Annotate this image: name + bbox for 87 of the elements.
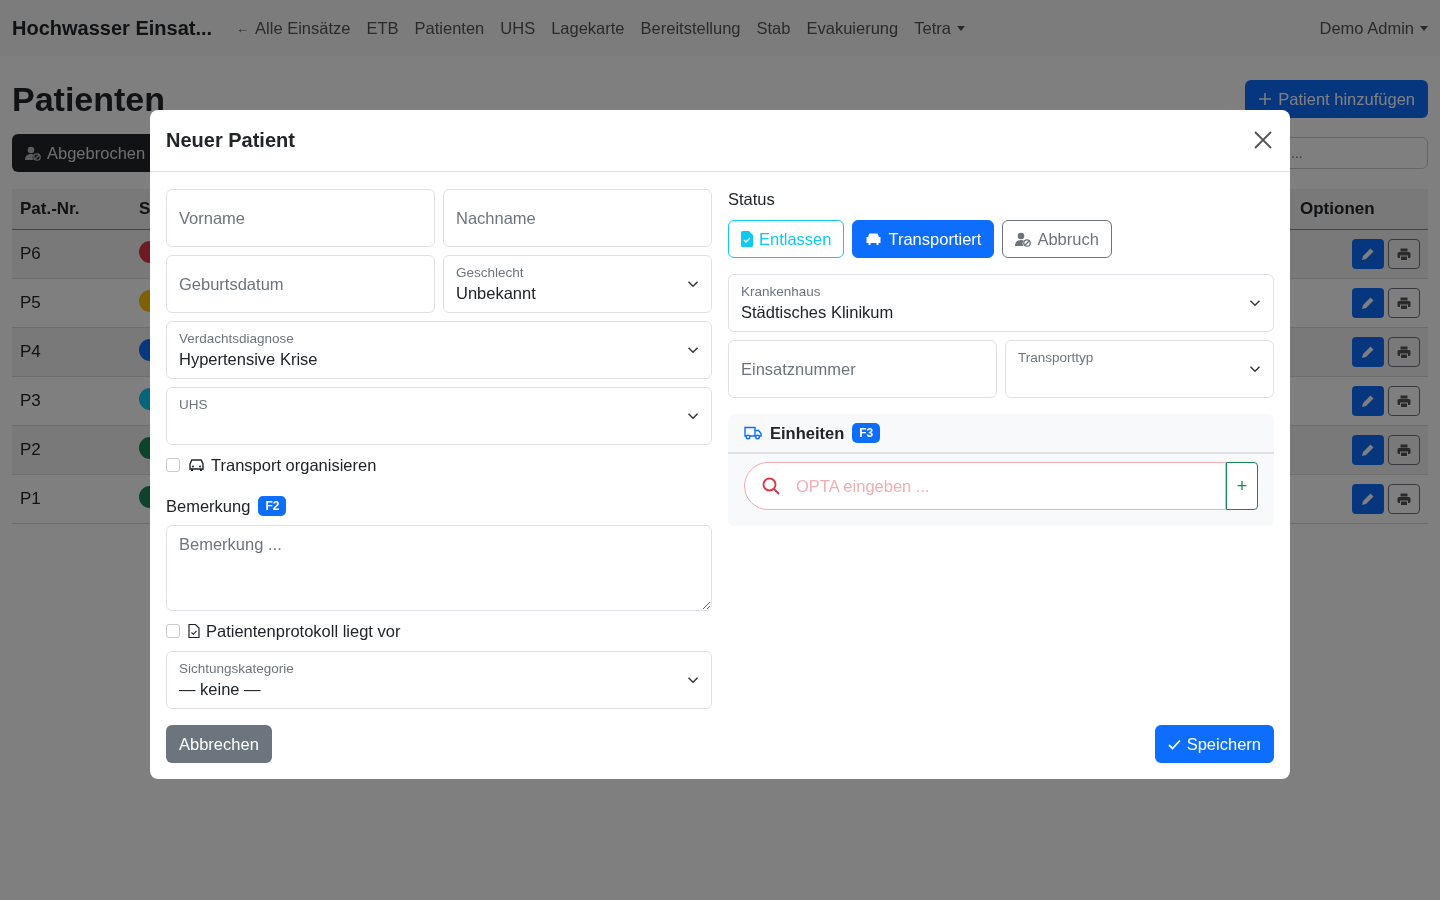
- status-toggle-button[interactable]: Entlassen: [728, 220, 845, 258]
- edit-button[interactable]: [1352, 435, 1384, 465]
- table-cell-text: P1: [19, 489, 42, 509]
- nav-link[interactable]: UHS: [500, 18, 536, 38]
- unit-search-field[interactable]: OPTA eingeben ...: [744, 462, 1226, 510]
- printer-icon: [1397, 296, 1411, 310]
- table-cell-text: P6: [19, 244, 42, 264]
- table-cell-text: P2: [19, 440, 42, 460]
- nav-link[interactable]: Evakuierung: [806, 18, 899, 38]
- nav-dropdown[interactable]: Tetra: [914, 18, 965, 38]
- status-toggle-button[interactable]: Abbruch: [1002, 220, 1112, 258]
- caret-icon: [956, 25, 965, 31]
- checkbox-label: Patientenprotokoll liegt vor: [206, 621, 401, 641]
- pencil-icon: [1361, 492, 1375, 506]
- card-title: Einheiten: [770, 423, 845, 443]
- user-blocked-icon: [1015, 231, 1032, 247]
- pencil-icon: [1361, 296, 1375, 310]
- text-area[interactable]: Bemerkung ...: [166, 525, 712, 611]
- print-button[interactable]: [1388, 386, 1420, 416]
- printer-icon: [1397, 492, 1411, 506]
- edit-button[interactable]: [1352, 239, 1384, 269]
- print-button[interactable]: [1388, 288, 1420, 318]
- select-field[interactable]: Krankenhaus Städtisches Klinikum: [728, 274, 1274, 332]
- table-cell-text: P3: [19, 391, 42, 411]
- plus-icon: [1258, 92, 1273, 106]
- print-button[interactable]: [1388, 239, 1420, 269]
- nav-link[interactable]: Stab: [756, 18, 791, 38]
- pencil-icon: [1361, 345, 1375, 359]
- close-icon[interactable]: [1254, 130, 1272, 149]
- edit-button[interactable]: [1352, 288, 1384, 318]
- check-icon: [1167, 737, 1181, 751]
- print-button[interactable]: [1388, 435, 1420, 465]
- car-icon: [188, 458, 205, 472]
- edit-button[interactable]: [1352, 386, 1384, 416]
- user-menu[interactable]: Demo Admin: [1319, 18, 1428, 38]
- checkbox[interactable]: [166, 624, 180, 638]
- status-toggle-button[interactable]: Transportiert: [852, 220, 995, 258]
- checkbox[interactable]: [166, 458, 180, 472]
- printer-icon: [1397, 345, 1411, 359]
- select-field[interactable]: Geschlecht Unbekannt: [443, 255, 712, 313]
- file-check-icon: [741, 231, 753, 247]
- print-button[interactable]: [1388, 484, 1420, 514]
- save-button[interactable]: Speichern: [1154, 725, 1274, 763]
- print-button[interactable]: [1388, 337, 1420, 367]
- select-field[interactable]: Transporttyp: [1005, 340, 1274, 398]
- column-header: S: [139, 199, 151, 218]
- column-header: Pat.-Nr.: [20, 199, 80, 218]
- section-label: Bemerkung: [166, 496, 251, 516]
- truck-icon: [744, 426, 762, 440]
- section-label: Status: [728, 190, 776, 210]
- checkbox-label: Transport organisieren: [211, 455, 377, 475]
- user-blocked-icon: [25, 145, 41, 161]
- input-field[interactable]: Vorname: [166, 189, 435, 247]
- cancel-button[interactable]: Abbrechen: [166, 725, 272, 763]
- shortcut-badge: F3: [852, 423, 881, 443]
- input-field[interactable]: Nachname: [443, 189, 712, 247]
- add-patient-button[interactable]: Patient hinzufügen: [1245, 80, 1428, 118]
- file-check-icon: [188, 623, 200, 639]
- column-header: Optionen: [1300, 199, 1375, 218]
- nav-link[interactable]: Bereitstellung: [640, 18, 741, 38]
- pencil-icon: [1361, 443, 1375, 457]
- nav-link[interactable]: Lagekarte: [551, 18, 625, 38]
- select-field[interactable]: UHS: [166, 387, 712, 445]
- printer-icon: [1397, 443, 1411, 457]
- back-link[interactable]: ← Alle Einsätze: [236, 18, 351, 38]
- printer-icon: [1397, 394, 1411, 408]
- page-title: Patienten: [12, 79, 166, 119]
- table-cell-text: P4: [19, 342, 42, 362]
- nav-link[interactable]: ETB: [366, 18, 399, 38]
- select-field[interactable]: Verdachtsdiagnose Hypertensive Krise: [166, 321, 712, 379]
- nav-link[interactable]: Patienten: [414, 18, 485, 38]
- input-field[interactable]: Geburtsdatum: [166, 255, 435, 313]
- pencil-icon: [1361, 394, 1375, 408]
- edit-button[interactable]: [1352, 337, 1384, 367]
- select-field[interactable]: Sichtungskategorie — keine —: [166, 651, 712, 709]
- caret-icon: [1420, 25, 1428, 31]
- shortcut-badge: F2: [258, 496, 287, 516]
- car-icon: [865, 232, 883, 246]
- table-cell-text: P5: [19, 293, 42, 313]
- add-unit-button[interactable]: +: [1226, 462, 1258, 510]
- pencil-icon: [1361, 247, 1375, 261]
- search-icon: [762, 477, 780, 495]
- edit-button[interactable]: [1352, 484, 1384, 514]
- input-field[interactable]: Einsatznummer: [728, 340, 997, 398]
- printer-icon: [1397, 247, 1411, 261]
- dialog-title: Neuer Patient: [166, 129, 295, 152]
- app-title: Hochwasser Einsat...: [12, 16, 213, 40]
